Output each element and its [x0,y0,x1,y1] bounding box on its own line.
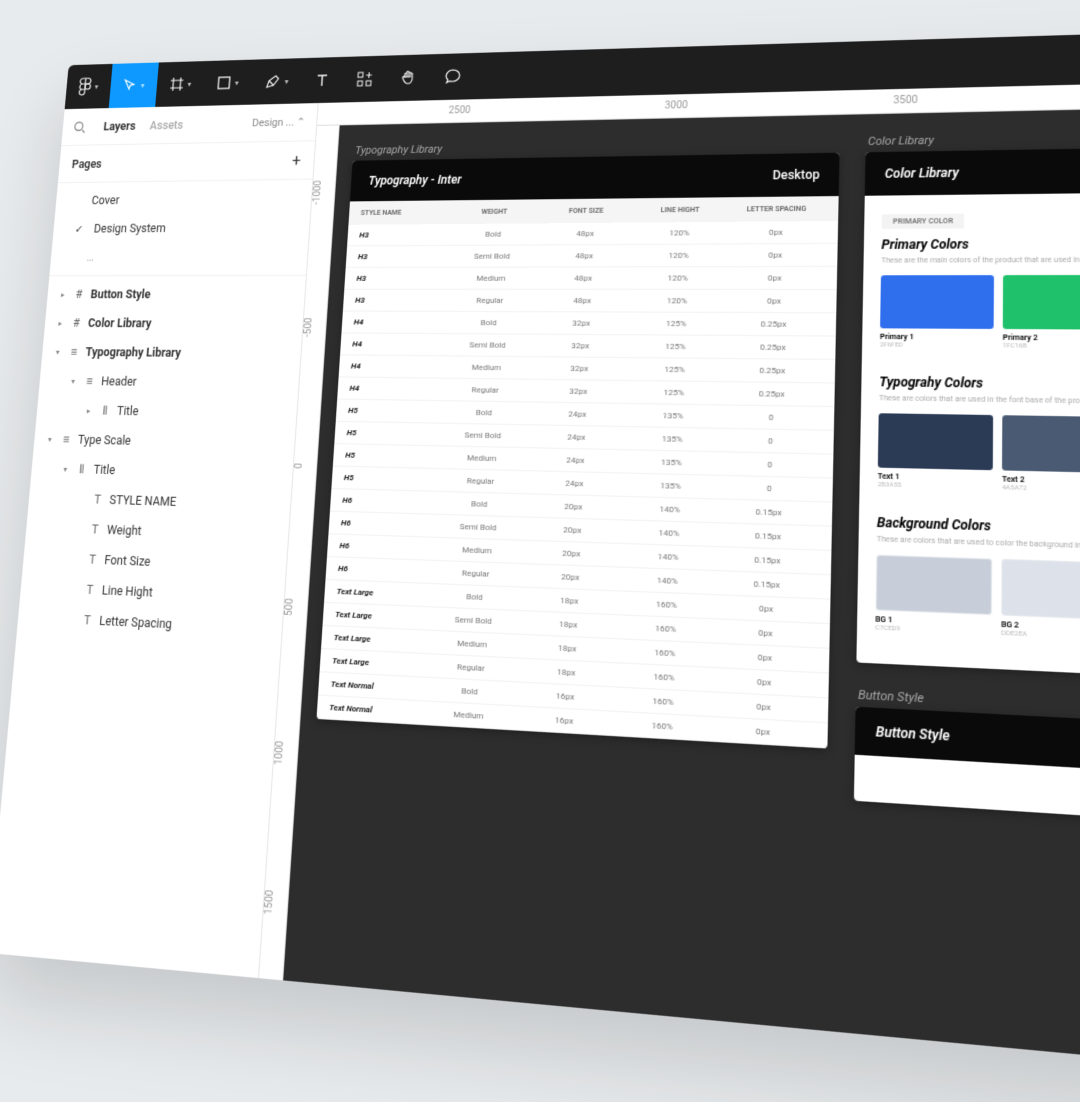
color-swatch[interactable]: Text 24A5A72 [1002,415,1080,494]
color-swatch[interactable]: Text 12B3A55 [877,413,993,491]
resources-button[interactable] [341,56,388,103]
rectangle-icon [216,75,232,90]
comment-tool-button[interactable] [429,53,476,100]
primary-colors-desc: These are the main colors of the product… [881,255,1080,265]
typography-mode: Desktop [772,167,820,182]
add-page-button[interactable]: + [291,151,301,169]
shape-tool-button[interactable]: ▾ [202,60,253,106]
color-swatch[interactable]: BG 1C7CED9 [875,555,992,637]
page-design-system[interactable]: ✓Design System [52,213,310,244]
text-icon: T [83,583,97,598]
layer-color-library[interactable]: ▸#Color Library [44,309,304,340]
group-icon: ≡ [82,374,96,388]
figma-window: ▾ ▾ ▾ ▾ ▾ Oth [0,21,1080,1102]
color-swatch[interactable]: Primary 12F6FED [880,275,994,349]
page-cover[interactable]: Cover [55,183,312,214]
table-row[interactable]: H3Bold48px120%0px [347,221,838,246]
autolayout-icon: ⦀ [98,403,112,418]
frame-icon [169,77,185,92]
table-row[interactable]: H3Semi Bold48px120%0px [346,244,838,268]
figma-logo-icon [78,77,92,96]
layer-button-style[interactable]: ▸#Button Style [46,280,305,310]
layer-header[interactable]: ▾≡Header [39,366,300,399]
move-tool-button[interactable]: ▾ [109,62,159,108]
color-library-frame[interactable]: Color Library PRIMARY COLOR Primary Colo… [856,144,1080,689]
check-icon: ✓ [74,223,83,235]
hand-icon [399,69,417,87]
hand-tool-button[interactable] [385,54,432,101]
search-icon[interactable] [73,120,87,133]
primary-swatches: Primary 12F6FEDPrimary 21FC16BPrimary 3F… [880,275,1080,353]
pen-icon [264,73,282,90]
typography-swatches: Text 12B3A55Text 24A5A72Text 37D8AA0Text… [877,413,1080,501]
text-icon [314,72,330,88]
frame-icon: # [70,316,84,330]
text-icon: T [80,613,94,628]
table-row[interactable]: H3Medium48px120%0px [344,267,837,290]
chevron-up-icon: ⌃ [296,116,305,129]
group-icon: ≡ [67,345,81,359]
canvas[interactable]: 25003000350040004500 -1000-5000500100015… [259,73,1080,1101]
typography-frame[interactable]: Typography - Inter Desktop STYLE NAMEWEI… [316,153,839,749]
cursor-icon [122,78,138,93]
pen-tool-button[interactable]: ▾ [250,58,303,105]
frame-icon: # [72,288,86,301]
tab-assets[interactable]: Assets [149,118,183,132]
typography-colors-heading: Typograhy Colors [879,374,1080,396]
page-selector[interactable]: Design ... ⌃ [252,116,306,129]
background-swatches: BG 1C7CED9BG 2DDE2EABG 3EEF1F5BG 4FFFFFF [875,555,1080,654]
primary-color-tag: PRIMARY COLOR [882,214,965,229]
text-tool-button[interactable] [300,57,344,104]
color-swatch[interactable]: Primary 21FC16B [1003,275,1080,351]
chevron-down-icon: ▾ [235,78,239,87]
layer-typography-library[interactable]: ▾≡Typography Library [41,337,301,369]
chevron-down-icon: ▾ [141,81,145,89]
typography-title: Typography - Inter [368,173,462,188]
text-icon: T [88,522,102,536]
chevron-down-icon: ▾ [187,80,191,88]
resources-icon [356,70,374,88]
frame-tool-button[interactable]: ▾ [155,61,206,107]
color-library-title: Color Library [885,165,959,181]
frame-label-colors[interactable]: Color Library [866,121,1080,153]
color-swatch[interactable]: BG 2DDE2EA [1001,559,1080,643]
primary-colors-heading: Primary Colors [881,234,1080,252]
figma-menu-button[interactable]: ▾ [65,64,113,109]
chevron-down-icon: ▾ [285,77,289,86]
button-style-frame[interactable]: Button Style [854,707,1080,837]
table-row[interactable]: H3Regular48px120%0px [343,290,837,314]
pages-section-header: Pages + [58,141,315,183]
page-hidden[interactable]: … [50,242,308,272]
comment-icon [444,68,462,86]
tab-layers[interactable]: Layers [103,119,136,133]
typography-rows: H3Bold48px120%0pxH3Semi Bold48px120%0pxH… [316,221,838,749]
text-icon: T [85,552,99,567]
typography-columns: STYLE NAMEWEIGHTFONT SIZELINE HIGHTLETTE… [348,196,838,225]
chevron-down-icon: ▾ [94,82,98,90]
group-icon: ≡ [59,432,73,446]
typography-colors-desc: These are colors that are used in the fo… [879,394,1080,410]
table-row[interactable]: H4Bold32px125%0.25px [341,312,836,337]
autolayout-icon: ⦀ [75,462,89,477]
text-icon: T [90,492,104,506]
